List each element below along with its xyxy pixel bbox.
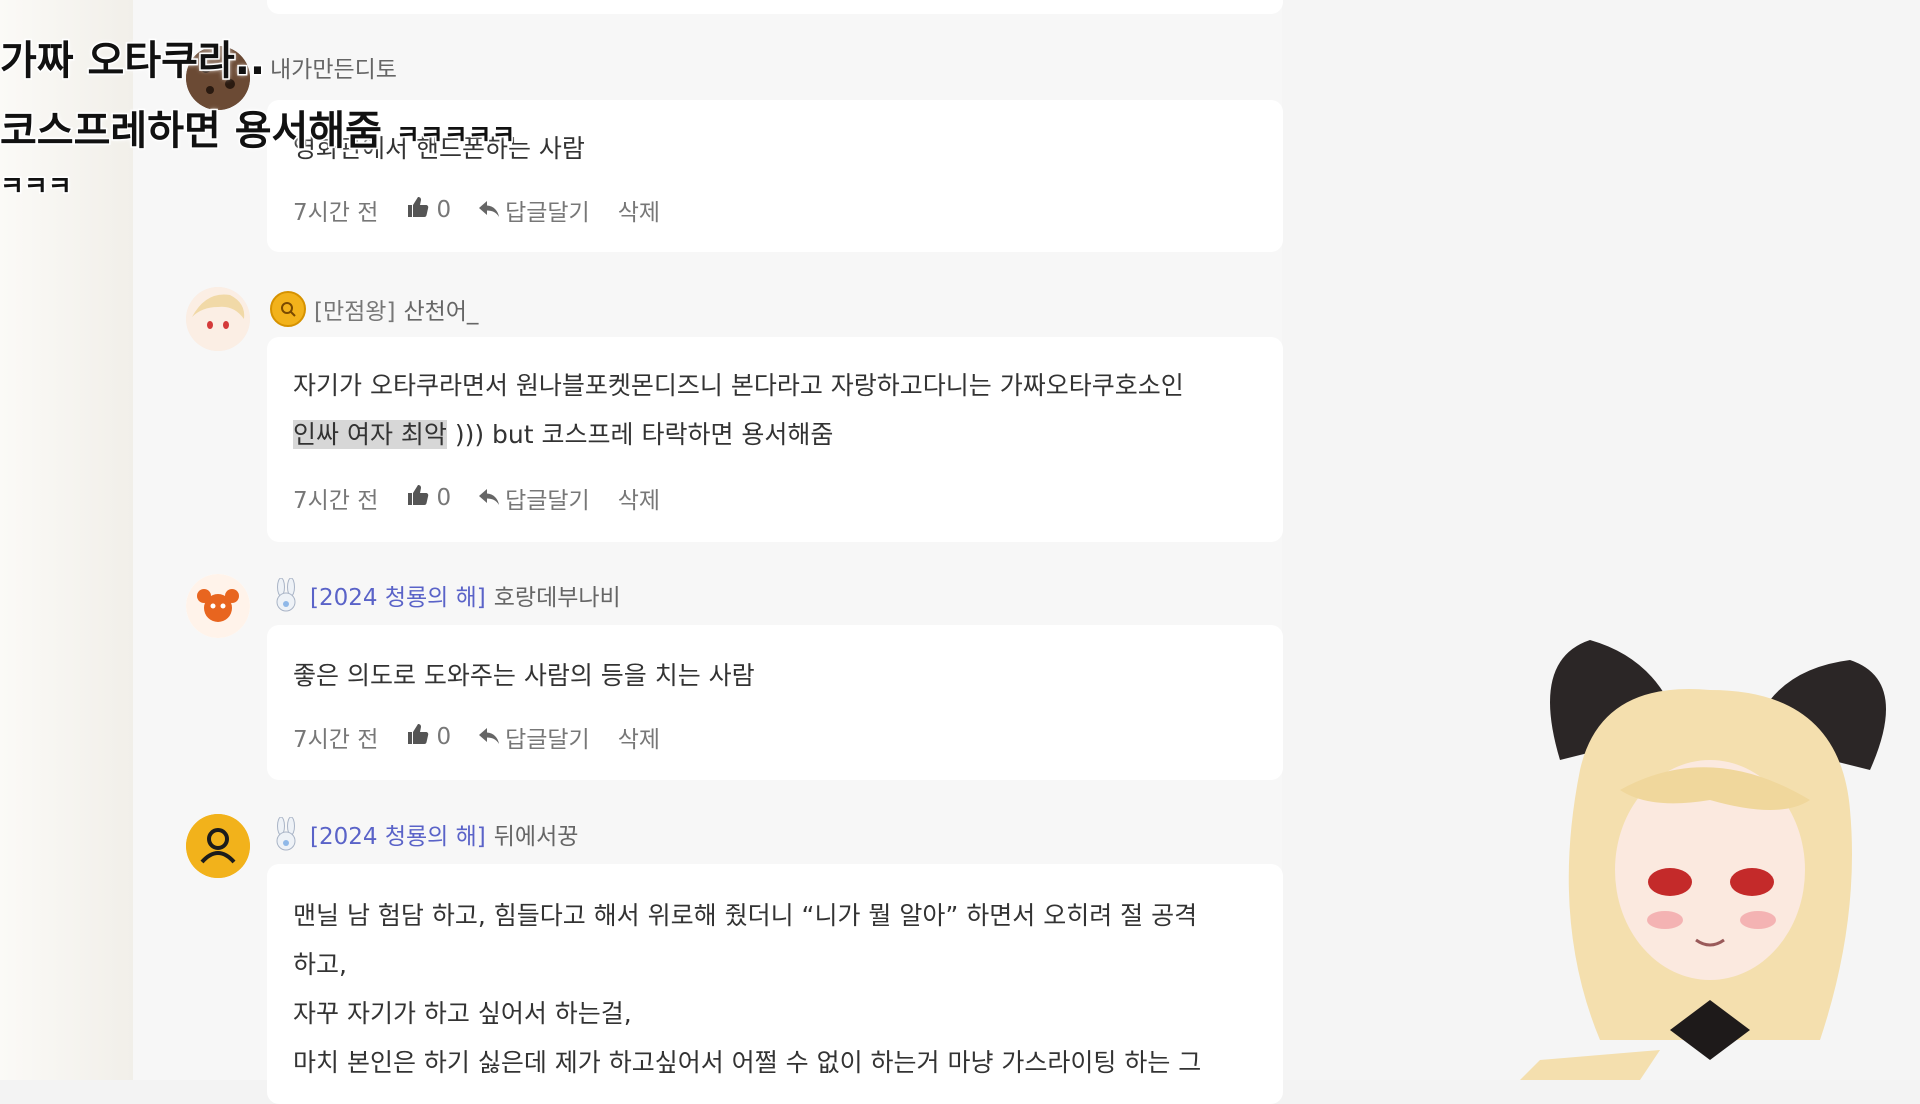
like-button[interactable]: 0 xyxy=(406,723,451,751)
comment-text-line: 하고, xyxy=(293,950,347,979)
comment-text-line: 자꾸 자기가 하고 싶어서 하는걸, xyxy=(293,999,632,1028)
comment-author[interactable]: 내가만든디토 xyxy=(270,50,397,84)
highlighted-text: 인싸 여자 최악 xyxy=(293,420,447,449)
comment-text-line: 자기가 오타쿠라면서 원나블포켓몬디즈니 본다라고 자랑하고다니는 가짜오타쿠호… xyxy=(293,371,1184,400)
comment-author[interactable]: 산천어_ xyxy=(403,292,478,326)
avatar[interactable] xyxy=(186,574,250,638)
like-count: 0 xyxy=(436,485,452,511)
avatar[interactable] xyxy=(186,287,250,351)
subtitle-line-1: 가짜 오타쿠라.. xyxy=(0,28,267,86)
reply-label: 답글달기 xyxy=(505,727,590,753)
user-tag: [2024 청룡의 해] xyxy=(310,585,486,611)
delete-button[interactable]: 삭제 xyxy=(618,193,660,227)
comment-meta: 7시간 전 0 답글달기 삭제 xyxy=(293,721,660,753)
comment-meta: 7시간 전 0 답글달기 삭제 xyxy=(293,194,660,226)
like-button[interactable]: 0 xyxy=(406,484,451,512)
user-tag: [2024 청룡의 해] xyxy=(310,824,486,850)
reply-button[interactable]: 답글달기 xyxy=(479,193,590,227)
comment-text-rest: ))) but 코스프레 타락하면 용서해줌 xyxy=(446,420,834,449)
subtitle-text: 코스프레하면 용서해줌 xyxy=(0,107,383,156)
user-tag: [만점왕] xyxy=(314,299,396,325)
thumbs-up-icon xyxy=(406,484,430,512)
reply-label: 답글달기 xyxy=(505,200,590,226)
reply-label: 답글달기 xyxy=(505,488,590,514)
subtitle-text: 가짜 오타쿠라.. xyxy=(0,37,267,86)
comment-author[interactable]: 호랑데부나비 xyxy=(494,578,621,612)
delete-button[interactable]: 삭제 xyxy=(618,720,660,754)
comment-text-line: 인싸 여자 최악 ))) but 코스프레 타락하면 용서해줌 xyxy=(293,410,1257,459)
comment-header: [2024 청룡의 해] 호랑데부나비 xyxy=(270,578,621,612)
comment-text-line: 맨닐 남 험담 하고, 힘들다고 해서 위로해 줬더니 “니가 뭘 알아” 하면… xyxy=(293,901,1198,930)
comment-meta: 7시간 전 0 답글달기 삭제 xyxy=(293,482,660,514)
comment-header: 내가만든디토 xyxy=(270,50,397,84)
reply-button[interactable]: 답글달기 xyxy=(479,720,590,754)
like-count: 0 xyxy=(436,197,452,223)
comment-bubble: 좋은 의도로 도와주는 사람의 등을 치는 사람 7시간 전 0 답글달기 삭제 xyxy=(267,625,1283,780)
bunny-badge-icon xyxy=(270,578,302,612)
comment-author[interactable]: 뒤에서꿍 xyxy=(494,817,579,851)
reply-arrow-icon xyxy=(479,485,500,511)
reply-arrow-icon xyxy=(479,724,500,750)
bunny-badge-icon xyxy=(270,817,302,851)
comment-time: 7시간 전 xyxy=(293,727,379,753)
comment-text-line: 좋은 의도로 도와주는 사람의 등을 치는 사람 xyxy=(293,661,755,690)
delete-button[interactable]: 삭제 xyxy=(618,481,660,515)
comment-time: 7시간 전 xyxy=(293,488,379,514)
reply-button[interactable]: 답글달기 xyxy=(479,481,590,515)
comment-text: 자기가 오타쿠라면서 원나블포켓몬디즈니 본다라고 자랑하고다니는 가짜오타쿠호… xyxy=(293,361,1257,459)
vtuber-avatar xyxy=(1520,620,1910,1080)
subtitle-text: ㅋㅋㅋ xyxy=(0,171,73,204)
comment-bubble: 맨닐 남 험담 하고, 힘들다고 해서 위로해 줬더니 “니가 뭘 알아” 하면… xyxy=(267,864,1283,1104)
thumbs-up-icon xyxy=(406,196,430,224)
previous-comment-bubble xyxy=(267,0,1283,14)
subtitle-line-3: ㅋㅋㅋ xyxy=(0,166,73,204)
like-button[interactable]: 0 xyxy=(406,196,451,224)
comment-header: [2024 청룡의 해] 뒤에서꿍 xyxy=(270,817,579,851)
crown-coin-badge-icon xyxy=(270,291,306,327)
subtitle-line-2: 코스프레하면 용서해줌 ㅋㅋㅋㅋㅋ xyxy=(0,98,517,156)
subtitle-laugh: ㅋㅋㅋㅋㅋ xyxy=(394,120,517,153)
comment-header: [만점왕] 산천어_ xyxy=(270,291,478,327)
comment-text: 맨닐 남 험담 하고, 힘들다고 해서 위로해 줬더니 “니가 뭘 알아” 하면… xyxy=(293,891,1257,1087)
comment-bubble: 자기가 오타쿠라면서 원나블포켓몬디즈니 본다라고 자랑하고다니는 가짜오타쿠호… xyxy=(267,337,1283,542)
reply-arrow-icon xyxy=(479,197,500,223)
avatar[interactable] xyxy=(186,814,250,878)
comment-text: 좋은 의도로 도와주는 사람의 등을 치는 사람 xyxy=(293,651,1257,700)
comment-time: 7시간 전 xyxy=(293,200,379,226)
like-count: 0 xyxy=(436,724,452,750)
stream-left-panel xyxy=(0,0,134,1080)
thumbs-up-icon xyxy=(406,723,430,751)
